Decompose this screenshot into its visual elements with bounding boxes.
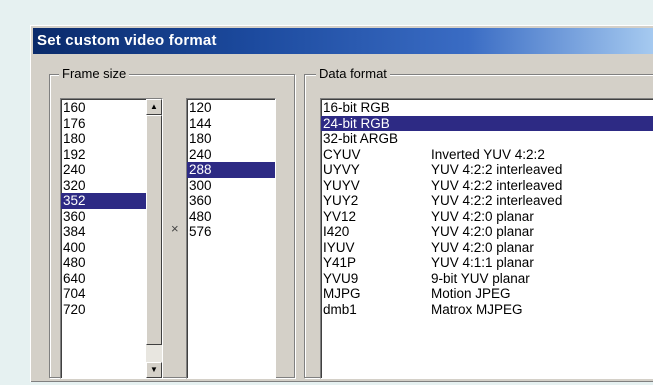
- format-option[interactable]: YUYV YUV 4:2:2 interleaved: [321, 178, 653, 194]
- height-option[interactable]: 360: [187, 193, 275, 209]
- format-code: dmb1: [323, 301, 357, 317]
- format-description: YUV 4:2:0 planar: [431, 239, 534, 255]
- format-code: MJPG: [323, 286, 361, 301]
- width-option[interactable]: 360: [61, 209, 146, 225]
- format-code: I420: [323, 224, 350, 239]
- width-option[interactable]: 176: [61, 116, 146, 132]
- title-bar: Set custom video format: [33, 28, 653, 54]
- format-code: YV12: [323, 208, 357, 224]
- scroll-thumb[interactable]: [146, 115, 162, 345]
- format-code: 16-bit RGB: [323, 100, 390, 115]
- width-option[interactable]: 720: [61, 302, 146, 318]
- height-option[interactable]: 300: [187, 178, 275, 194]
- format-description: YUV 4:2:2 interleaved: [431, 193, 563, 208]
- format-code: Y41P: [323, 255, 357, 270]
- width-option[interactable]: 160: [61, 100, 146, 116]
- format-code: 24-bit RGB: [323, 115, 390, 131]
- format-option[interactable]: MJPG Motion JPEG: [321, 286, 653, 302]
- format-description: YUV 4:1:1 planar: [431, 255, 534, 270]
- height-option[interactable]: 288: [187, 162, 275, 178]
- format-option[interactable]: CYUV Inverted YUV 4:2:2: [321, 147, 653, 163]
- format-code: IYUV: [323, 239, 355, 255]
- width-scrollbar[interactable]: ▲ ▼: [146, 99, 162, 378]
- format-option[interactable]: IYUV YUV 4:2:0 planar: [321, 240, 653, 256]
- format-code: 32-bit ARGB: [323, 131, 399, 146]
- height-option[interactable]: 480: [187, 209, 275, 225]
- format-items: 16-bit RGB 24-bit RGB 32-bit ARGB CYUV Inver…: [321, 100, 653, 317]
- height-option[interactable]: 240: [187, 147, 275, 163]
- height-option[interactable]: 120: [187, 100, 275, 116]
- format-description: YUV 4:2:0 planar: [431, 224, 534, 239]
- format-code: YUYV: [323, 177, 360, 193]
- format-option[interactable]: 24-bit RGB: [321, 115, 653, 131]
- format-code: YVU9: [323, 270, 359, 286]
- height-list[interactable]: 120 144 180 240 288 300 360 480 576: [186, 98, 276, 379]
- format-description: Motion JPEG: [431, 286, 511, 301]
- format-code: YUY2: [323, 193, 359, 208]
- format-description: YUV 4:2:2 interleaved: [431, 177, 563, 193]
- format-option[interactable]: dmb1 Matrox MJPEG: [321, 302, 653, 318]
- data-format-list[interactable]: 16-bit RGB 24-bit RGB 32-bit ARGB CYUV Inver…: [320, 98, 653, 379]
- format-option[interactable]: YUY2 YUV 4:2:2 interleaved: [321, 193, 653, 209]
- data-format-group: Data format 16-bit RGB 24-bit RGB 32-bit A…: [304, 66, 653, 379]
- format-description: Inverted YUV 4:2:2: [431, 146, 545, 162]
- format-option[interactable]: 32-bit ARGB: [321, 131, 653, 147]
- width-list[interactable]: 160 176 180 192 240 320 352 360 384 400 480 640 704 7…: [60, 98, 163, 379]
- format-option[interactable]: I420 YUV 4:2:0 planar: [321, 224, 653, 240]
- custom-video-format-dialog: Set custom video format Frame size 160 17…: [30, 25, 653, 382]
- frame-size-group: Frame size 160 176 180 192 240 320 352 360 384 40…: [49, 66, 295, 379]
- width-option[interactable]: 704: [61, 286, 146, 302]
- format-option[interactable]: YVU9 9-bit YUV planar: [321, 271, 653, 287]
- format-description: 9-bit YUV planar: [431, 270, 530, 286]
- width-option[interactable]: 180: [61, 131, 146, 147]
- scroll-down-button[interactable]: ▼: [146, 362, 162, 378]
- width-option[interactable]: 400: [61, 240, 146, 256]
- width-option[interactable]: 384: [61, 224, 146, 240]
- height-option[interactable]: 180: [187, 131, 275, 147]
- width-option[interactable]: 640: [61, 271, 146, 287]
- height-option[interactable]: 144: [187, 116, 275, 132]
- format-option[interactable]: Y41P YUV 4:1:1 planar: [321, 255, 653, 271]
- format-option[interactable]: UYVY YUV 4:2:2 interleaved: [321, 162, 653, 178]
- data-format-label: Data format: [316, 66, 390, 81]
- times-symbol: ×: [171, 221, 179, 236]
- frame-size-label: Frame size: [59, 66, 130, 81]
- format-description: YUV 4:2:2 interleaved: [431, 162, 563, 177]
- format-option[interactable]: 16-bit RGB: [321, 100, 653, 116]
- width-option[interactable]: 480: [61, 255, 146, 271]
- dialog-title: Set custom video format: [37, 32, 217, 49]
- format-description: YUV 4:2:0 planar: [431, 208, 534, 224]
- height-option[interactable]: 576: [187, 224, 275, 240]
- width-items: 160 176 180 192 240 320 352 360 384 400 480 640 704 7…: [61, 100, 146, 317]
- scroll-up-button[interactable]: ▲: [146, 99, 162, 115]
- format-description: Matrox MJPEG: [431, 301, 523, 317]
- format-code: UYVY: [323, 162, 360, 177]
- width-option[interactable]: 192: [61, 147, 146, 163]
- format-option[interactable]: YV12 YUV 4:2:0 planar: [321, 209, 653, 225]
- width-option[interactable]: 320: [61, 178, 146, 194]
- height-items: 120 144 180 240 288 300 360 480 576: [187, 100, 275, 240]
- width-option[interactable]: 352: [61, 193, 146, 209]
- width-option[interactable]: 240: [61, 162, 146, 178]
- format-code: CYUV: [323, 146, 361, 162]
